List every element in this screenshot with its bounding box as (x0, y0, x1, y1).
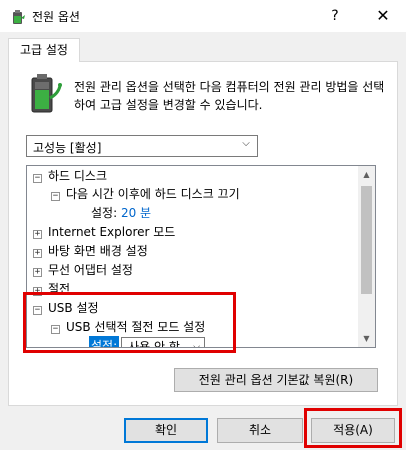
description-text: 전원 관리 옵션을 선택한 다음 컴퓨터의 전원 관리 방법을 선택하여 고급 … (74, 80, 385, 112)
tree-setting-hard-disk[interactable]: 설정: 20 분 (91, 204, 151, 222)
tree-item-label: 무선 어댑터 설정 (48, 263, 133, 277)
scroll-down-arrow-icon[interactable]: ▼ (358, 330, 375, 347)
battery-icon (31, 74, 62, 113)
cancel-button[interactable]: 취소 (217, 418, 303, 443)
highlight-box-apply (304, 408, 402, 448)
expand-icon[interactable]: + (33, 268, 42, 277)
highlight-box-usb-settings (23, 292, 236, 353)
tree-item-hard-disk[interactable]: − 하드 디스크 (33, 167, 107, 185)
ok-button[interactable]: 확인 (124, 418, 208, 443)
tree-item-label: 바탕 화면 배경 설정 (48, 244, 148, 258)
tree-item-desktop-background[interactable]: + 바탕 화면 배경 설정 (33, 242, 148, 260)
collapse-icon[interactable]: − (33, 174, 42, 183)
tree-item-label: 다음 시간 이후에 하드 디스크 끄기 (66, 187, 240, 201)
tab-advanced-settings[interactable]: 고급 설정 (8, 38, 80, 62)
setting-label: 설정: (91, 206, 118, 220)
tree-item-label: 하드 디스크 (48, 169, 108, 183)
tree-item-hard-disk-timeout[interactable]: − 다음 시간 이후에 하드 디스크 끄기 (51, 185, 240, 203)
expand-icon[interactable]: + (33, 249, 42, 258)
help-button[interactable]: ? (322, 4, 348, 28)
title-bar: 전원 옵션 ? ✕ (0, 0, 406, 32)
collapse-icon[interactable]: − (51, 192, 60, 201)
tree-item-ie-mode[interactable]: + Internet Explorer 모드 (33, 223, 175, 241)
tree-scrollbar[interactable]: ▲ ▼ (358, 166, 375, 347)
close-button[interactable]: ✕ (370, 4, 396, 28)
power-plan-value: 고성능 [활성] (33, 141, 102, 155)
restore-defaults-button[interactable]: 전원 관리 옵션 기본값 복원(R) (174, 368, 378, 392)
tree-item-wireless-adapter[interactable]: + 무선 어댑터 설정 (33, 261, 133, 279)
scroll-up-arrow-icon[interactable]: ▲ (358, 166, 375, 183)
scrollbar-thumb[interactable] (361, 186, 372, 294)
window-title: 전원 옵션 (32, 10, 80, 24)
expand-icon[interactable]: + (33, 230, 42, 239)
power-plan-select[interactable]: 고성능 [활성] ⌵ (26, 135, 258, 157)
setting-value-link[interactable]: 20 분 (121, 206, 151, 220)
tree-item-label: Internet Explorer 모드 (48, 225, 176, 239)
dialog-body: 고급 설정 전원 관리 옵션을 선택한 다음 컴퓨터의 전원 관리 방법을 선택… (0, 32, 406, 450)
chevron-down-icon: ⌵ (242, 138, 250, 149)
power-options-icon (13, 10, 25, 24)
